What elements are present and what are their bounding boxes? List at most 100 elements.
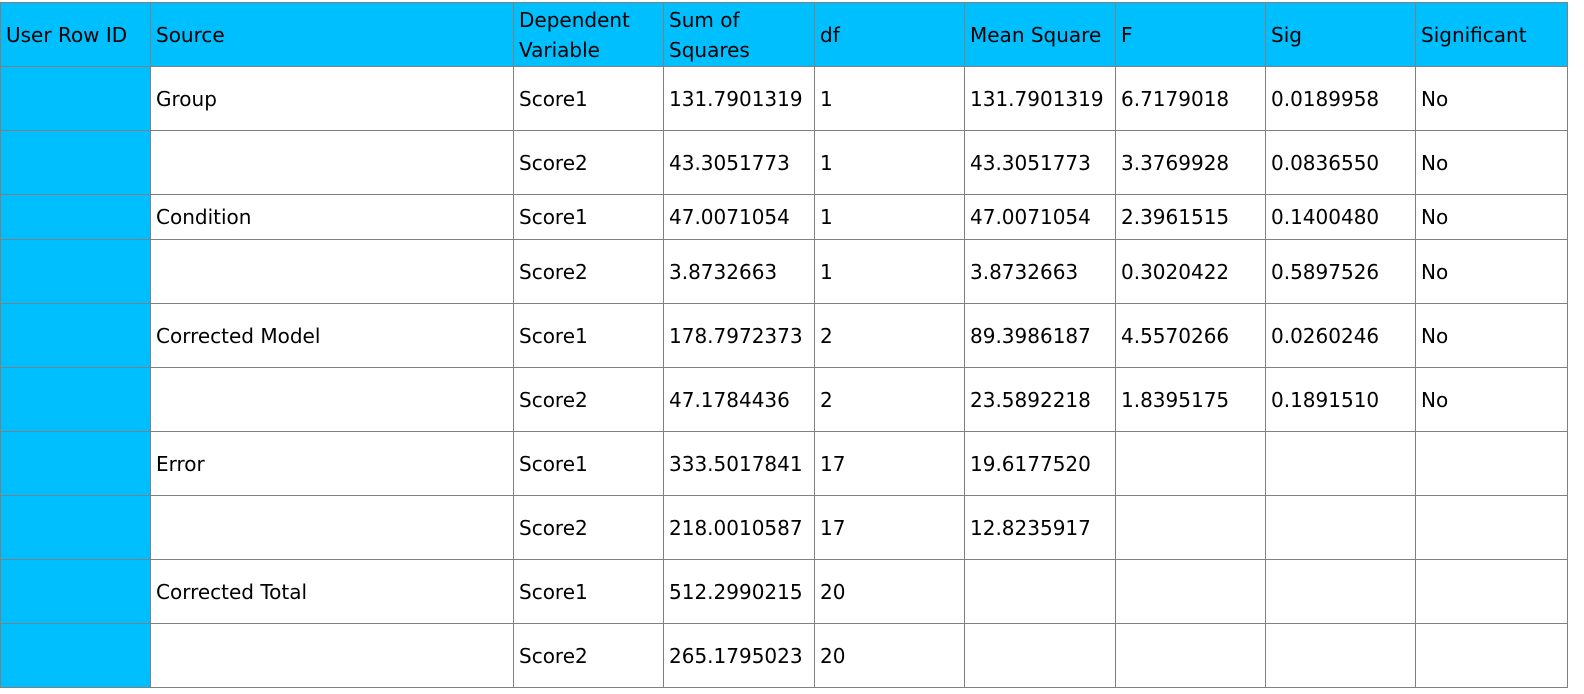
df-cell[interactable]: 2 <box>814 303 965 368</box>
header-sig[interactable]: Sig <box>1265 2 1416 67</box>
row-id-cell[interactable] <box>0 495 151 560</box>
mean-square-cell[interactable]: 23.5892218 <box>964 367 1116 432</box>
df-cell[interactable]: 1 <box>814 194 965 240</box>
df-cell[interactable]: 20 <box>814 623 965 688</box>
dependent-variable-cell[interactable]: Score1 <box>513 303 664 368</box>
mean-square-cell[interactable]: 3.8732663 <box>964 239 1116 304</box>
source-cell[interactable] <box>150 623 514 688</box>
source-cell[interactable]: Corrected Total <box>150 559 514 624</box>
sum-of-squares-cell[interactable]: 512.2990215 <box>663 559 815 624</box>
f-cell[interactable] <box>1115 431 1266 496</box>
mean-square-cell[interactable]: 12.8235917 <box>964 495 1116 560</box>
df-cell[interactable]: 20 <box>814 559 965 624</box>
source-cell[interactable] <box>150 367 514 432</box>
mean-square-cell[interactable]: 131.7901319 <box>964 66 1116 131</box>
df-cell[interactable]: 17 <box>814 495 965 560</box>
sig-cell[interactable] <box>1265 495 1416 560</box>
sig-cell[interactable]: 0.1400480 <box>1265 194 1416 240</box>
source-cell[interactable]: Error <box>150 431 514 496</box>
f-cell[interactable]: 2.3961515 <box>1115 194 1266 240</box>
dependent-variable-cell[interactable]: Score1 <box>513 431 664 496</box>
significant-cell[interactable] <box>1415 495 1568 560</box>
sig-cell[interactable] <box>1265 623 1416 688</box>
sum-of-squares-cell[interactable]: 333.5017841 <box>663 431 815 496</box>
source-cell[interactable]: Condition <box>150 194 514 240</box>
row-id-cell[interactable] <box>0 194 151 240</box>
sig-cell[interactable]: 0.0836550 <box>1265 130 1416 195</box>
significant-cell[interactable] <box>1415 623 1568 688</box>
header-user-row-id[interactable]: User Row ID <box>0 2 151 67</box>
f-cell[interactable]: 6.7179018 <box>1115 66 1266 131</box>
sum-of-squares-cell[interactable]: 47.1784436 <box>663 367 815 432</box>
dependent-variable-cell[interactable]: Score1 <box>513 66 664 131</box>
row-id-cell[interactable] <box>0 623 151 688</box>
dependent-variable-cell[interactable]: Score1 <box>513 194 664 240</box>
dependent-variable-cell[interactable]: Score2 <box>513 130 664 195</box>
row-id-cell[interactable] <box>0 239 151 304</box>
f-cell[interactable] <box>1115 623 1266 688</box>
df-cell[interactable]: 17 <box>814 431 965 496</box>
anova-results-table: User Row ID Source Dependent Variable Su… <box>0 2 1568 688</box>
dependent-variable-cell[interactable]: Score2 <box>513 367 664 432</box>
dependent-variable-cell[interactable]: Score2 <box>513 495 664 560</box>
df-cell[interactable]: 1 <box>814 130 965 195</box>
sum-of-squares-cell[interactable]: 218.0010587 <box>663 495 815 560</box>
header-mean-square[interactable]: Mean Square <box>964 2 1116 67</box>
mean-square-cell[interactable]: 19.6177520 <box>964 431 1116 496</box>
sum-of-squares-cell[interactable]: 178.7972373 <box>663 303 815 368</box>
mean-square-cell[interactable] <box>964 623 1116 688</box>
significant-cell[interactable]: No <box>1415 66 1568 131</box>
header-f[interactable]: F <box>1115 2 1266 67</box>
sig-cell[interactable]: 0.0189958 <box>1265 66 1416 131</box>
significant-cell[interactable]: No <box>1415 303 1568 368</box>
sig-cell[interactable]: 0.0260246 <box>1265 303 1416 368</box>
sum-of-squares-cell[interactable]: 43.3051773 <box>663 130 815 195</box>
row-id-cell[interactable] <box>0 303 151 368</box>
significant-cell[interactable]: No <box>1415 130 1568 195</box>
header-df[interactable]: df <box>814 2 965 67</box>
sig-cell[interactable] <box>1265 431 1416 496</box>
significant-cell[interactable] <box>1415 559 1568 624</box>
dependent-variable-cell[interactable]: Score1 <box>513 559 664 624</box>
sig-cell[interactable]: 0.1891510 <box>1265 367 1416 432</box>
significant-cell[interactable]: No <box>1415 239 1568 304</box>
mean-square-cell[interactable]: 43.3051773 <box>964 130 1116 195</box>
f-cell[interactable]: 1.8395175 <box>1115 367 1266 432</box>
mean-square-cell[interactable]: 47.0071054 <box>964 194 1116 240</box>
source-cell[interactable] <box>150 239 514 304</box>
source-cell[interactable] <box>150 130 514 195</box>
row-id-cell[interactable] <box>0 559 151 624</box>
header-sum-of-squares[interactable]: Sum of Squares <box>663 2 815 67</box>
df-cell[interactable]: 1 <box>814 66 965 131</box>
row-id-cell[interactable] <box>0 130 151 195</box>
significant-cell[interactable]: No <box>1415 367 1568 432</box>
row-id-cell[interactable] <box>0 431 151 496</box>
sig-cell[interactable] <box>1265 559 1416 624</box>
source-cell[interactable] <box>150 495 514 560</box>
f-cell[interactable] <box>1115 559 1266 624</box>
sum-of-squares-cell[interactable]: 47.0071054 <box>663 194 815 240</box>
significant-cell[interactable]: No <box>1415 194 1568 240</box>
f-cell[interactable]: 3.3769928 <box>1115 130 1266 195</box>
row-id-cell[interactable] <box>0 367 151 432</box>
row-id-cell[interactable] <box>0 66 151 131</box>
sum-of-squares-cell[interactable]: 3.8732663 <box>663 239 815 304</box>
header-significant[interactable]: Significant <box>1415 2 1568 67</box>
sig-cell[interactable]: 0.5897526 <box>1265 239 1416 304</box>
header-dependent-variable[interactable]: Dependent Variable <box>513 2 664 67</box>
mean-square-cell[interactable] <box>964 559 1116 624</box>
df-cell[interactable]: 2 <box>814 367 965 432</box>
df-cell[interactable]: 1 <box>814 239 965 304</box>
sum-of-squares-cell[interactable]: 265.1795023 <box>663 623 815 688</box>
f-cell[interactable]: 4.5570266 <box>1115 303 1266 368</box>
significant-cell[interactable] <box>1415 431 1568 496</box>
mean-square-cell[interactable]: 89.3986187 <box>964 303 1116 368</box>
source-cell[interactable]: Group <box>150 66 514 131</box>
f-cell[interactable] <box>1115 495 1266 560</box>
source-cell[interactable]: Corrected Model <box>150 303 514 368</box>
header-source[interactable]: Source <box>150 2 514 67</box>
sum-of-squares-cell[interactable]: 131.7901319 <box>663 66 815 131</box>
dependent-variable-cell[interactable]: Score2 <box>513 623 664 688</box>
f-cell[interactable]: 0.3020422 <box>1115 239 1266 304</box>
dependent-variable-cell[interactable]: Score2 <box>513 239 664 304</box>
